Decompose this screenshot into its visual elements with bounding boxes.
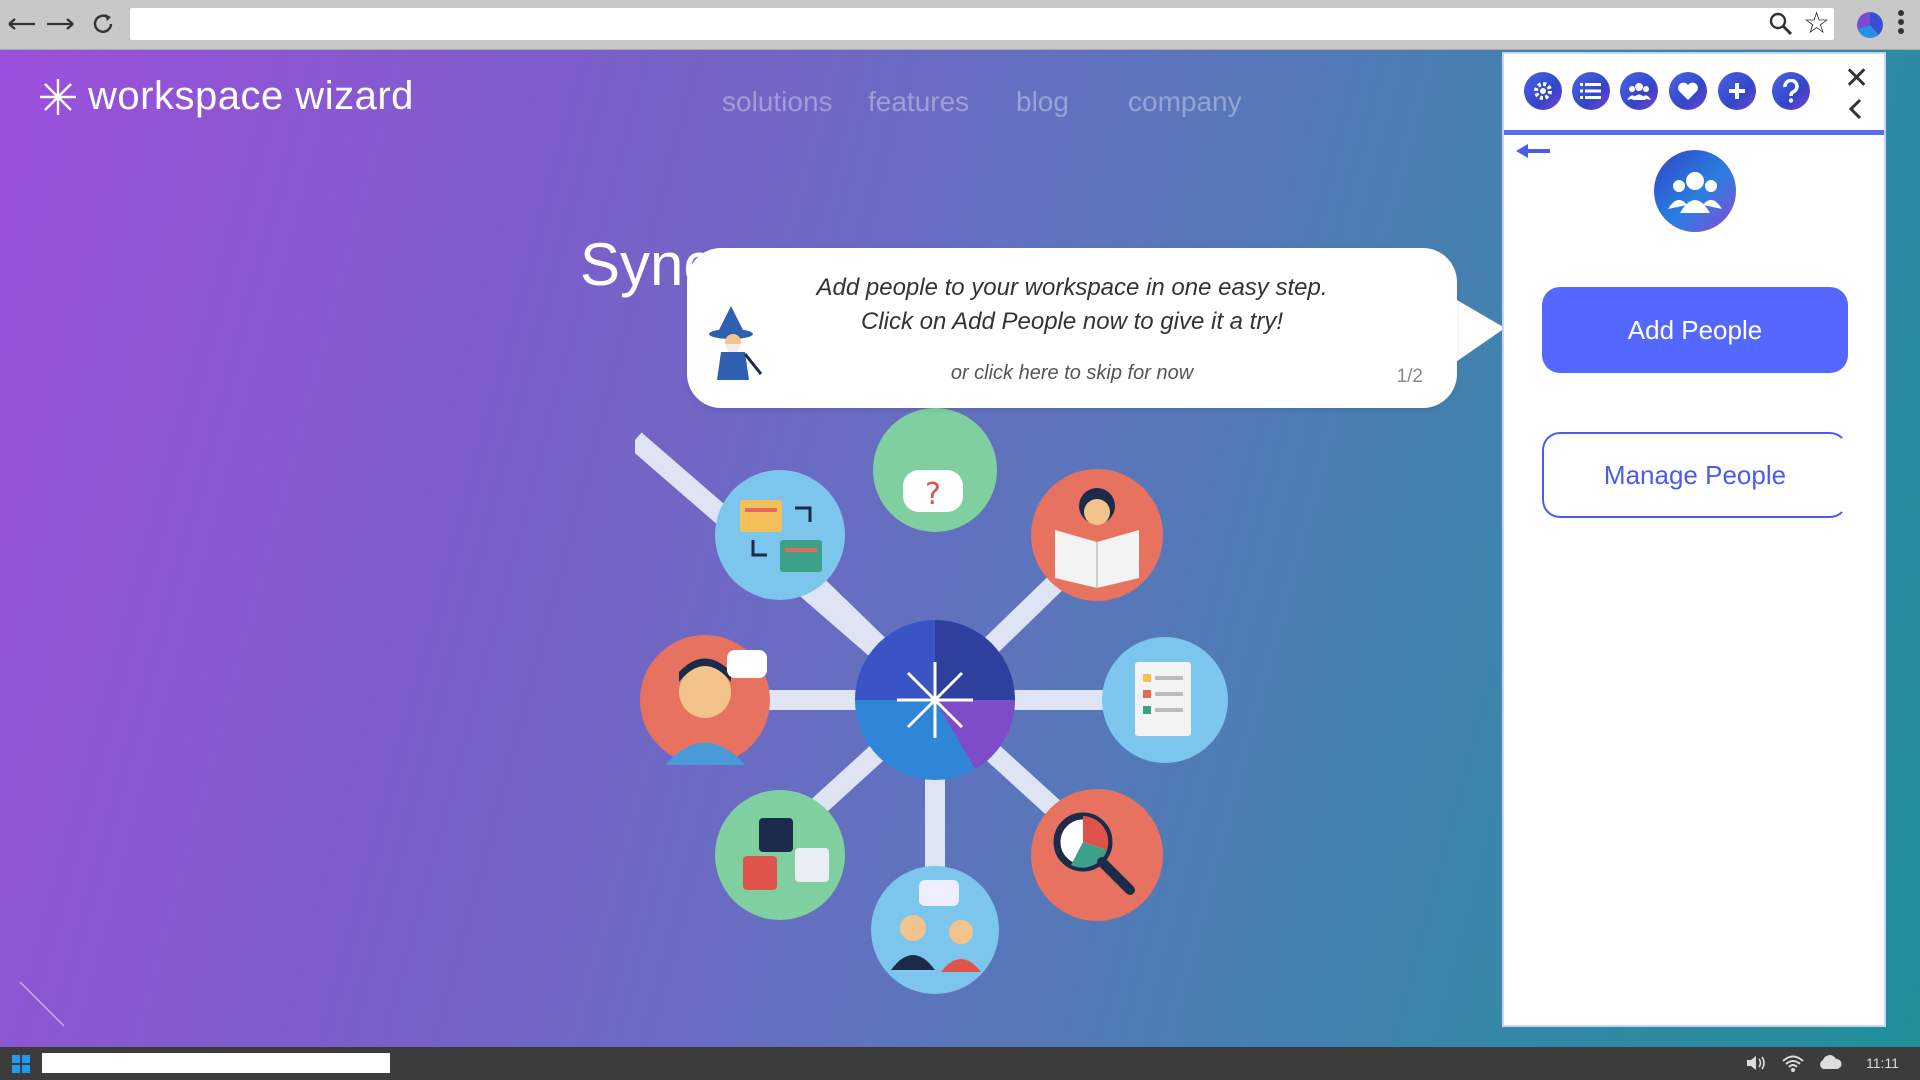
browser-toolbar: ☆ (0, 0, 1920, 50)
reader-icon (1031, 469, 1163, 601)
people-icon (1654, 150, 1736, 232)
step-counter: 1/2 (1396, 366, 1423, 387)
puzzle-icon (715, 790, 845, 920)
skip-link[interactable]: or click here to skip for now (687, 362, 1457, 385)
help-icon[interactable] (1772, 72, 1810, 110)
add-people-button[interactable]: Add People (1542, 287, 1848, 373)
onboarding-tooltip: Add people to your workspace in one easy… (687, 248, 1457, 408)
profile-icon[interactable] (1857, 12, 1883, 38)
nav-features[interactable]: features (868, 86, 969, 118)
nav-solutions[interactable]: solutions (722, 86, 833, 118)
site-logo[interactable]: workspace wizard (38, 74, 414, 119)
panel-divider (1504, 130, 1884, 135)
close-icon[interactable]: ✕ (1844, 64, 1869, 94)
heart-icon[interactable] (1669, 72, 1707, 110)
forward-arrow-icon[interactable] (44, 6, 76, 42)
people-icon[interactable] (1620, 72, 1658, 110)
tooltip-line-2: Click on Add People now to give it a try… (861, 308, 1283, 335)
back-arrow-icon[interactable] (6, 6, 38, 42)
taskbar-clock: 11:11 (1866, 1055, 1899, 1071)
svg-text:?: ? (925, 477, 941, 512)
decorative-line (19, 981, 65, 1027)
star-icon[interactable]: ☆ (1803, 9, 1830, 39)
os-taskbar: 11:11 (0, 1047, 1920, 1080)
extension-side-panel: ✕ Add People Manage People (1502, 52, 1886, 1027)
list-icon[interactable] (1572, 72, 1610, 110)
wifi-icon[interactable] (1781, 1053, 1805, 1073)
search-icon[interactable] (1768, 11, 1794, 42)
reload-icon[interactable] (88, 6, 118, 42)
taskbar-search-box[interactable] (42, 1053, 390, 1073)
address-bar[interactable]: ☆ (130, 8, 1834, 40)
meeting-people-icon (871, 866, 999, 994)
logo-text: workspace wizard (88, 74, 414, 118)
tooltip-pointer (1450, 296, 1505, 366)
magnifier-chart-icon (1031, 789, 1163, 921)
windows-start-icon[interactable] (12, 1055, 30, 1073)
sparkle-icon (40, 78, 76, 115)
nav-blog[interactable]: blog (1016, 86, 1069, 118)
menu-icon[interactable] (1896, 10, 1906, 37)
tooltip-line-1: Add people to your workspace in one easy… (816, 274, 1328, 301)
document-list-icon (1102, 637, 1228, 763)
chat-question-icon: ? (873, 408, 997, 532)
workspace-hub-illustration: ? (635, 408, 1228, 994)
back-arrow-icon[interactable] (1516, 142, 1552, 160)
volume-icon[interactable] (1745, 1053, 1769, 1073)
cloud-icon[interactable] (1817, 1053, 1843, 1073)
settings-icon[interactable] (1524, 72, 1562, 110)
chevron-left-icon[interactable] (1848, 98, 1864, 120)
person-chat-icon (640, 635, 770, 765)
plus-icon[interactable] (1718, 72, 1756, 110)
nav-company[interactable]: company (1128, 86, 1242, 118)
folders-icon (715, 470, 845, 600)
manage-people-button[interactable]: Manage People (1542, 432, 1848, 518)
